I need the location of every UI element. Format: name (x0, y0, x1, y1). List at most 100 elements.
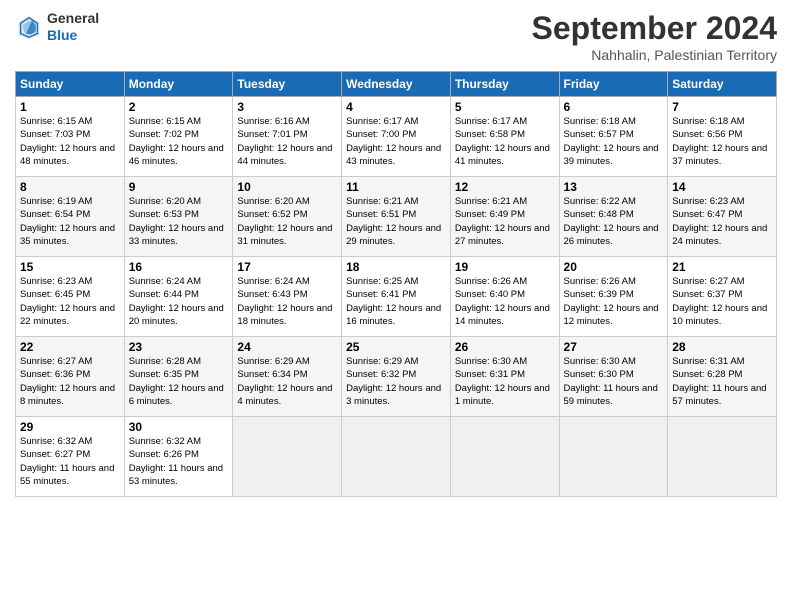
day-cell-7: 7 Sunrise: 6:18 AMSunset: 6:56 PMDayligh… (668, 97, 777, 177)
day-number: 16 (129, 260, 229, 274)
day-info: Sunrise: 6:29 AMSunset: 6:32 PMDaylight:… (346, 355, 446, 408)
day-info: Sunrise: 6:20 AMSunset: 6:53 PMDaylight:… (129, 195, 229, 248)
day-info: Sunrise: 6:27 AMSunset: 6:37 PMDaylight:… (672, 275, 772, 328)
day-number: 21 (672, 260, 772, 274)
day-info: Sunrise: 6:15 AMSunset: 7:02 PMDaylight:… (129, 115, 229, 168)
day-number: 6 (564, 100, 664, 114)
day-number: 8 (20, 180, 120, 194)
day-cell-9: 9 Sunrise: 6:20 AMSunset: 6:53 PMDayligh… (124, 177, 233, 257)
day-cell-28: 28 Sunrise: 6:31 AMSunset: 6:28 PMDaylig… (668, 337, 777, 417)
page: General Blue September 2024 Nahhalin, Pa… (0, 0, 792, 612)
empty-cell (668, 417, 777, 497)
day-info: Sunrise: 6:23 AMSunset: 6:47 PMDaylight:… (672, 195, 772, 248)
day-cell-5: 5 Sunrise: 6:17 AMSunset: 6:58 PMDayligh… (450, 97, 559, 177)
day-cell-18: 18 Sunrise: 6:25 AMSunset: 6:41 PMDaylig… (342, 257, 451, 337)
week-row-4: 22 Sunrise: 6:27 AMSunset: 6:36 PMDaylig… (16, 337, 777, 417)
day-cell-16: 16 Sunrise: 6:24 AMSunset: 6:44 PMDaylig… (124, 257, 233, 337)
day-info: Sunrise: 6:15 AMSunset: 7:03 PMDaylight:… (20, 115, 120, 168)
header-cell-wednesday: Wednesday (342, 72, 451, 97)
day-number: 10 (237, 180, 337, 194)
day-number: 24 (237, 340, 337, 354)
empty-cell (342, 417, 451, 497)
logo-icon (15, 13, 43, 41)
empty-cell (559, 417, 668, 497)
header-cell-saturday: Saturday (668, 72, 777, 97)
day-info: Sunrise: 6:32 AMSunset: 6:26 PMDaylight:… (129, 435, 229, 488)
day-cell-6: 6 Sunrise: 6:18 AMSunset: 6:57 PMDayligh… (559, 97, 668, 177)
day-info: Sunrise: 6:19 AMSunset: 6:54 PMDaylight:… (20, 195, 120, 248)
day-number: 13 (564, 180, 664, 194)
day-info: Sunrise: 6:30 AMSunset: 6:30 PMDaylight:… (564, 355, 664, 408)
day-cell-13: 13 Sunrise: 6:22 AMSunset: 6:48 PMDaylig… (559, 177, 668, 257)
header-row: SundayMondayTuesdayWednesdayThursdayFrid… (16, 72, 777, 97)
day-number: 3 (237, 100, 337, 114)
day-info: Sunrise: 6:21 AMSunset: 6:51 PMDaylight:… (346, 195, 446, 248)
day-cell-21: 21 Sunrise: 6:27 AMSunset: 6:37 PMDaylig… (668, 257, 777, 337)
day-cell-12: 12 Sunrise: 6:21 AMSunset: 6:49 PMDaylig… (450, 177, 559, 257)
day-number: 17 (237, 260, 337, 274)
day-info: Sunrise: 6:26 AMSunset: 6:39 PMDaylight:… (564, 275, 664, 328)
month-title: September 2024 (532, 10, 777, 47)
day-cell-30: 30 Sunrise: 6:32 AMSunset: 6:26 PMDaylig… (124, 417, 233, 497)
day-info: Sunrise: 6:22 AMSunset: 6:48 PMDaylight:… (564, 195, 664, 248)
day-cell-10: 10 Sunrise: 6:20 AMSunset: 6:52 PMDaylig… (233, 177, 342, 257)
day-number: 19 (455, 260, 555, 274)
day-info: Sunrise: 6:17 AMSunset: 6:58 PMDaylight:… (455, 115, 555, 168)
day-info: Sunrise: 6:29 AMSunset: 6:34 PMDaylight:… (237, 355, 337, 408)
empty-cell (233, 417, 342, 497)
day-cell-23: 23 Sunrise: 6:28 AMSunset: 6:35 PMDaylig… (124, 337, 233, 417)
day-number: 4 (346, 100, 446, 114)
logo: General Blue (15, 10, 99, 44)
day-number: 1 (20, 100, 120, 114)
day-info: Sunrise: 6:32 AMSunset: 6:27 PMDaylight:… (20, 435, 120, 488)
day-number: 30 (129, 420, 229, 434)
week-row-1: 1 Sunrise: 6:15 AMSunset: 7:03 PMDayligh… (16, 97, 777, 177)
day-cell-27: 27 Sunrise: 6:30 AMSunset: 6:30 PMDaylig… (559, 337, 668, 417)
day-number: 12 (455, 180, 555, 194)
day-number: 25 (346, 340, 446, 354)
day-cell-17: 17 Sunrise: 6:24 AMSunset: 6:43 PMDaylig… (233, 257, 342, 337)
day-cell-8: 8 Sunrise: 6:19 AMSunset: 6:54 PMDayligh… (16, 177, 125, 257)
header-cell-tuesday: Tuesday (233, 72, 342, 97)
day-info: Sunrise: 6:17 AMSunset: 7:00 PMDaylight:… (346, 115, 446, 168)
day-number: 11 (346, 180, 446, 194)
day-info: Sunrise: 6:26 AMSunset: 6:40 PMDaylight:… (455, 275, 555, 328)
day-number: 9 (129, 180, 229, 194)
week-row-3: 15 Sunrise: 6:23 AMSunset: 6:45 PMDaylig… (16, 257, 777, 337)
day-cell-19: 19 Sunrise: 6:26 AMSunset: 6:40 PMDaylig… (450, 257, 559, 337)
title-block: September 2024 Nahhalin, Palestinian Ter… (532, 10, 777, 63)
week-row-5: 29 Sunrise: 6:32 AMSunset: 6:27 PMDaylig… (16, 417, 777, 497)
day-info: Sunrise: 6:16 AMSunset: 7:01 PMDaylight:… (237, 115, 337, 168)
empty-cell (450, 417, 559, 497)
day-info: Sunrise: 6:24 AMSunset: 6:44 PMDaylight:… (129, 275, 229, 328)
day-cell-29: 29 Sunrise: 6:32 AMSunset: 6:27 PMDaylig… (16, 417, 125, 497)
day-number: 2 (129, 100, 229, 114)
day-number: 15 (20, 260, 120, 274)
day-number: 27 (564, 340, 664, 354)
day-info: Sunrise: 6:25 AMSunset: 6:41 PMDaylight:… (346, 275, 446, 328)
day-info: Sunrise: 6:24 AMSunset: 6:43 PMDaylight:… (237, 275, 337, 328)
day-number: 22 (20, 340, 120, 354)
day-cell-3: 3 Sunrise: 6:16 AMSunset: 7:01 PMDayligh… (233, 97, 342, 177)
day-number: 7 (672, 100, 772, 114)
calendar-table: SundayMondayTuesdayWednesdayThursdayFrid… (15, 71, 777, 497)
day-info: Sunrise: 6:28 AMSunset: 6:35 PMDaylight:… (129, 355, 229, 408)
day-number: 5 (455, 100, 555, 114)
header: General Blue September 2024 Nahhalin, Pa… (15, 10, 777, 63)
day-cell-20: 20 Sunrise: 6:26 AMSunset: 6:39 PMDaylig… (559, 257, 668, 337)
header-cell-friday: Friday (559, 72, 668, 97)
header-cell-thursday: Thursday (450, 72, 559, 97)
day-cell-24: 24 Sunrise: 6:29 AMSunset: 6:34 PMDaylig… (233, 337, 342, 417)
day-cell-2: 2 Sunrise: 6:15 AMSunset: 7:02 PMDayligh… (124, 97, 233, 177)
day-info: Sunrise: 6:18 AMSunset: 6:57 PMDaylight:… (564, 115, 664, 168)
day-number: 29 (20, 420, 120, 434)
header-cell-monday: Monday (124, 72, 233, 97)
day-number: 18 (346, 260, 446, 274)
day-number: 26 (455, 340, 555, 354)
day-cell-15: 15 Sunrise: 6:23 AMSunset: 6:45 PMDaylig… (16, 257, 125, 337)
day-number: 14 (672, 180, 772, 194)
day-cell-11: 11 Sunrise: 6:21 AMSunset: 6:51 PMDaylig… (342, 177, 451, 257)
day-number: 20 (564, 260, 664, 274)
day-cell-4: 4 Sunrise: 6:17 AMSunset: 7:00 PMDayligh… (342, 97, 451, 177)
day-cell-1: 1 Sunrise: 6:15 AMSunset: 7:03 PMDayligh… (16, 97, 125, 177)
